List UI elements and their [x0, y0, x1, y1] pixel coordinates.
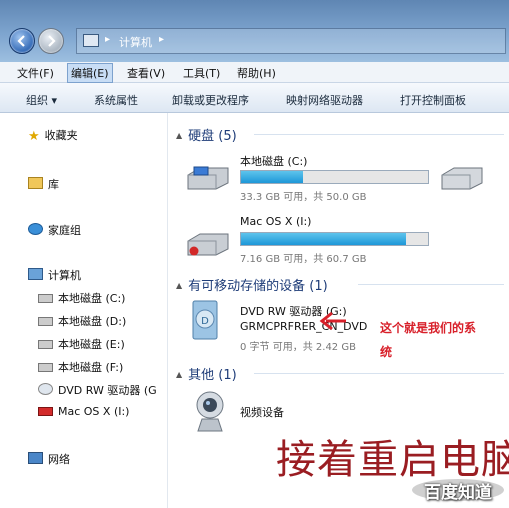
uninstall-program-button[interactable]: 卸载或更改程序 — [172, 92, 249, 108]
local-disk-icon — [187, 166, 229, 190]
forward-button[interactable] — [38, 28, 64, 54]
dvd-info: 0 字节 可用，共 2.42 GB — [240, 342, 356, 353]
sidebar-item-homegroup[interactable]: 家庭组 — [28, 222, 81, 238]
network-icon — [28, 452, 43, 464]
back-arrow-icon — [17, 35, 25, 47]
sidebar-item-label: 计算机 — [48, 269, 81, 282]
dvd-icon — [38, 383, 53, 395]
annotation-arrow-icon — [319, 311, 346, 331]
svg-text:D: D — [201, 316, 209, 327]
drive-c-info: 33.3 GB 可用，共 50.0 GB — [240, 192, 367, 203]
computer-icon — [28, 268, 43, 280]
open-control-panel-button[interactable]: 打开控制面板 — [400, 92, 466, 108]
menu-edit[interactable]: 编辑(E) — [67, 63, 113, 83]
homegroup-icon — [28, 223, 43, 235]
usage-fill — [241, 171, 303, 183]
sidebar-item-label: 网络 — [48, 453, 70, 466]
system-properties-button[interactable]: 系统属性 — [94, 92, 138, 108]
command-bar: 组织 ▾ 系统属性 卸载或更改程序 映射网络驱动器 打开控制面板 — [0, 83, 509, 113]
sidebar-item-drive-c[interactable]: 本地磁盘 (C:) — [38, 290, 125, 306]
group-title: 其他 (1) — [188, 368, 237, 383]
mac-drive-icon — [187, 233, 229, 256]
sidebar-item-label: Mac OS X (I:) — [58, 405, 130, 418]
group-divider — [254, 373, 504, 374]
annotation-text-line1: 这个就是我们的系 — [380, 321, 477, 335]
annotation-text-line2: 统 — [380, 345, 393, 359]
dvd-volume-label: GRMCPRFRER_CN_DVD — [240, 320, 368, 333]
sidebar-item-label: 家庭组 — [48, 224, 81, 237]
drive-c-name[interactable]: 本地磁盘 (C:) — [240, 153, 307, 169]
sidebar-item-label: 本地磁盘 (E:) — [58, 338, 125, 351]
sidebar-item-dvd[interactable]: DVD RW 驱动器 (G — [38, 382, 157, 398]
webcam-icon — [196, 391, 224, 432]
menu-tools[interactable]: 工具(T) — [180, 65, 223, 81]
collapse-triangle-icon: ▲ — [176, 370, 183, 379]
group-removable[interactable]: ▲ 有可移动存储的设备 (1) — [176, 275, 328, 294]
usage-fill — [241, 233, 406, 245]
computer-icon — [83, 34, 99, 47]
group-hard-disks[interactable]: ▲ 硬盘 (5) — [176, 125, 237, 144]
star-icon: ★ — [28, 129, 40, 144]
menu-file[interactable]: 文件(F) — [14, 65, 57, 81]
sidebar-item-libraries[interactable]: 库 — [28, 176, 59, 192]
map-network-drive-button[interactable]: 映射网络驱动器 — [286, 92, 363, 108]
sidebar-item-computer[interactable]: 计算机 — [28, 267, 81, 283]
library-icon — [28, 177, 43, 189]
breadcrumb-separator[interactable]: ▸ — [159, 34, 164, 45]
group-title: 有可移动存储的设备 (1) — [188, 279, 328, 294]
collapse-triangle-icon: ▲ — [176, 131, 183, 140]
drive-icon — [38, 317, 53, 326]
menu-bar: 文件(F) 编辑(E) 查看(V) 工具(T) 帮助(H) — [0, 62, 509, 83]
sidebar-item-label: 库 — [48, 178, 59, 191]
mac-drive-usage-bar — [240, 232, 429, 246]
dvd-drive-icon: D — [192, 300, 218, 340]
drive-icon — [38, 294, 53, 303]
address-bar[interactable]: ▸ 计算机 ▸ — [76, 28, 506, 54]
group-divider — [358, 284, 504, 285]
watermark-text: 百度知道 — [424, 483, 492, 503]
mac-drive-info: 7.16 GB 可用，共 60.7 GB — [240, 254, 367, 265]
sidebar-item-drive-d[interactable]: 本地磁盘 (D:) — [38, 313, 126, 329]
sidebar-item-favorites[interactable]: ★ 收藏夹 — [28, 127, 78, 144]
video-device-name[interactable]: 视频设备 — [240, 404, 284, 420]
sidebar-item-drive-f[interactable]: 本地磁盘 (F:) — [38, 359, 123, 375]
sidebar-item-label: 本地磁盘 (D:) — [58, 315, 127, 328]
sidebar-item-network[interactable]: 网络 — [28, 451, 70, 467]
drive-icon — [38, 363, 53, 372]
drive-c-usage-bar — [240, 170, 429, 184]
mac-drive-name[interactable]: Mac OS X (I:) — [240, 215, 311, 228]
drive-icon — [38, 340, 53, 349]
menu-help[interactable]: 帮助(H) — [234, 65, 279, 81]
organize-button[interactable]: 组织 ▾ — [26, 92, 57, 108]
sidebar-item-label: 本地磁盘 (F:) — [58, 361, 124, 374]
window-titlebar: ▸ 计算机 ▸ — [0, 0, 509, 62]
group-other[interactable]: ▲ 其他 (1) — [176, 364, 237, 383]
group-title: 硬盘 (5) — [188, 129, 237, 144]
sidebar-item-label: 收藏夹 — [44, 129, 78, 142]
sidebar-item-label: 本地磁盘 (C:) — [58, 292, 126, 305]
mac-drive-icon — [38, 407, 53, 416]
breadcrumb-separator[interactable]: ▸ — [105, 34, 110, 45]
collapse-triangle-icon: ▲ — [176, 281, 183, 290]
breadcrumb-computer[interactable]: 计算机 — [119, 34, 152, 50]
back-button[interactable] — [9, 28, 35, 54]
sidebar-item-label: DVD RW 驱动器 (G — [58, 384, 157, 397]
menu-view[interactable]: 查看(V) — [124, 65, 168, 81]
navigation-pane: ★ 收藏夹 库 家庭组 计算机 本地磁盘 (C:) 本地磁盘 (D:) 本地磁盘 … — [0, 113, 168, 508]
forward-arrow-icon — [48, 35, 56, 47]
local-disk-icon — [441, 167, 483, 190]
sidebar-item-drive-e[interactable]: 本地磁盘 (E:) — [38, 336, 125, 352]
group-divider — [254, 134, 504, 135]
sidebar-item-mac-drive[interactable]: Mac OS X (I:) — [38, 405, 129, 418]
